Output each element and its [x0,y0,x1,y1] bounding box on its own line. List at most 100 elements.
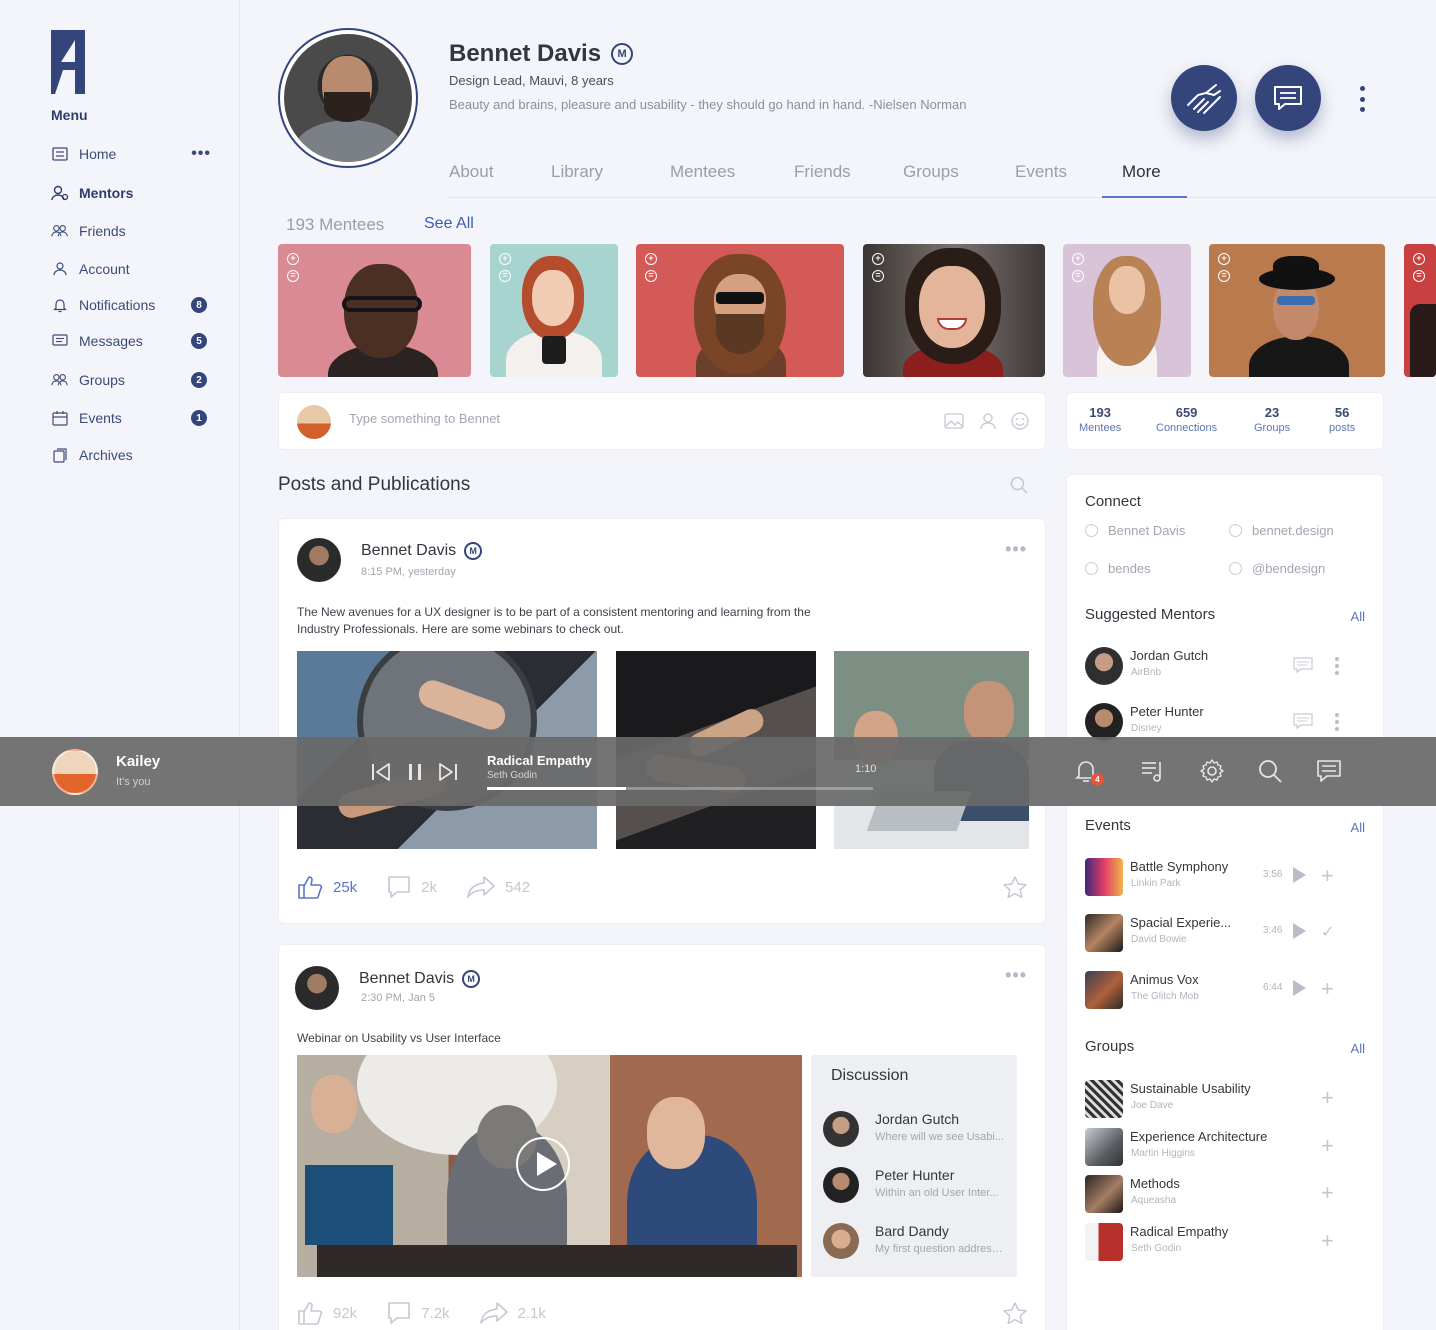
group-item[interactable]: Radical Empathy Seth Godin + [1085,1221,1367,1265]
user-avatar[interactable] [52,749,98,795]
more-vertical-icon[interactable] [1335,713,1339,731]
stat-posts[interactable]: 56 posts [1329,405,1355,434]
mentee-card[interactable]: + = [636,244,844,377]
play-icon[interactable] [1293,923,1306,939]
check-icon[interactable]: ✓ [1321,922,1334,942]
pause-icon[interactable] [404,761,426,783]
mentee-card[interactable]: + = [1209,244,1385,377]
play-video-button[interactable] [516,1137,570,1191]
post-more-icon[interactable]: ••• [1005,539,1027,560]
stat-groups[interactable]: 23 Groups [1254,405,1290,434]
add-mentee-icon[interactable]: + [872,253,884,265]
share-button[interactable]: 542 [467,876,530,898]
group-item[interactable]: Experience Architecture Martin Higgins + [1085,1126,1367,1170]
add-mentee-icon[interactable]: + [1413,253,1425,265]
post-more-icon[interactable]: ••• [1005,965,1027,986]
tab-friends[interactable]: Friends [794,162,851,182]
play-icon[interactable] [1293,980,1306,996]
like-button[interactable]: 92k [297,1301,357,1325]
like-button[interactable]: 25k [297,875,357,899]
tag-person-icon[interactable] [978,411,998,431]
messages-icon[interactable] [1316,758,1342,784]
profile-more-icon[interactable] [1354,86,1370,112]
add-icon[interactable]: + [1321,865,1334,887]
join-group-icon[interactable]: + [1321,1182,1334,1204]
tab-library[interactable]: Library [551,162,603,182]
chat-mentee-icon[interactable]: = [287,270,299,282]
sidebar-item-account[interactable]: Account [51,257,211,281]
discussion-item[interactable]: Jordan Gutch Where will we see Usabi... [823,1109,1013,1149]
event-item[interactable]: Animus Vox The Glitch Mob 6:44 + [1085,969,1367,1013]
join-group-icon[interactable]: + [1321,1087,1334,1109]
post-author[interactable]: Bennet Davis M [359,970,481,988]
more-vertical-icon[interactable] [1335,657,1339,675]
emoji-icon[interactable] [1010,411,1030,431]
post-author[interactable]: Bennet Davis M [361,542,483,560]
sidebar-item-messages[interactable]: Messages 5 [51,329,211,353]
discussion-item[interactable]: Bard Dandy My first question address... [823,1221,1013,1261]
bookmark-star-icon[interactable] [1003,1302,1027,1325]
message-button[interactable] [1255,65,1321,131]
app-logo[interactable] [51,30,85,94]
join-group-icon[interactable]: + [1321,1230,1334,1252]
add-mentee-icon[interactable]: + [645,253,657,265]
mentee-card[interactable]: + = [863,244,1045,377]
playlist-icon[interactable] [1140,758,1166,784]
composer-input[interactable] [349,411,909,426]
sidebar-item-events[interactable]: Events 1 [51,406,211,430]
mentee-card[interactable]: + = [278,244,471,377]
bookmark-star-icon[interactable] [1003,876,1027,899]
handshake-button[interactable] [1171,65,1237,131]
post-author-avatar[interactable] [297,538,341,582]
connect-link-website[interactable]: bennet.design [1229,523,1334,538]
chat-mentee-icon[interactable]: = [1218,270,1230,282]
suggested-mentor-item[interactable]: Jordan Gutch AirBnb [1085,645,1367,689]
chat-mentee-icon[interactable]: = [1072,270,1084,282]
next-track-icon[interactable] [437,761,459,783]
event-item[interactable]: Spacial Experie... David Bowie 3:46 ✓ [1085,912,1367,956]
previous-track-icon[interactable] [370,761,392,783]
add-mentee-icon[interactable]: + [1218,253,1230,265]
add-mentee-icon[interactable]: + [1072,253,1084,265]
connect-link-behance[interactable]: bendes [1085,561,1151,576]
mentee-card[interactable]: + = [1063,244,1191,377]
post-author-avatar[interactable] [295,966,339,1010]
home-more-icon[interactable]: ••• [191,145,211,163]
chat-mentee-icon[interactable]: = [499,270,511,282]
join-group-icon[interactable]: + [1321,1135,1334,1157]
sidebar-item-friends[interactable]: Friends [51,219,211,243]
tab-more[interactable]: More [1122,162,1161,182]
search-posts-icon[interactable] [1010,476,1028,494]
events-all-link[interactable]: All [1351,820,1365,835]
chat-icon[interactable] [1293,713,1313,729]
add-icon[interactable]: + [1321,978,1334,1000]
comment-button[interactable]: 2k [387,875,437,899]
chat-mentee-icon[interactable]: = [645,270,657,282]
mentee-card[interactable]: + = [490,244,618,377]
group-item[interactable]: Sustainable Usability Joe Dave + [1085,1078,1367,1122]
groups-all-link[interactable]: All [1351,1041,1365,1056]
chat-mentee-icon[interactable]: = [872,270,884,282]
connect-link-linkedin[interactable]: Bennet Davis [1085,523,1185,538]
share-button[interactable]: 2.1k [479,1302,546,1324]
tab-mentees[interactable]: Mentees [670,162,735,182]
track-progress-bar[interactable] [487,787,873,790]
sidebar-item-notifications[interactable]: Notifications 8 [51,293,211,317]
suggested-mentors-all-link[interactable]: All [1351,609,1365,624]
sidebar-item-archives[interactable]: Archives [51,443,211,467]
sidebar-item-mentors[interactable]: Mentors [51,181,211,205]
add-mentee-icon[interactable]: + [499,253,511,265]
stat-mentees[interactable]: 193 Mentees [1079,405,1121,434]
mentee-card[interactable]: + = [1404,244,1436,377]
tab-about[interactable]: About [449,162,493,182]
chat-icon[interactable] [1293,657,1313,673]
chat-mentee-icon[interactable]: = [1413,270,1425,282]
group-item[interactable]: Methods Aqueasha + [1085,1173,1367,1217]
stat-connections[interactable]: 659 Connections [1156,405,1217,434]
add-mentee-icon[interactable]: + [287,253,299,265]
comment-button[interactable]: 7.2k [387,1301,450,1325]
profile-avatar[interactable] [278,28,418,168]
tab-events[interactable]: Events [1015,162,1067,182]
sidebar-item-home[interactable]: Home ••• [51,142,211,166]
connect-link-dribbble[interactable]: @bendesign [1229,561,1325,576]
